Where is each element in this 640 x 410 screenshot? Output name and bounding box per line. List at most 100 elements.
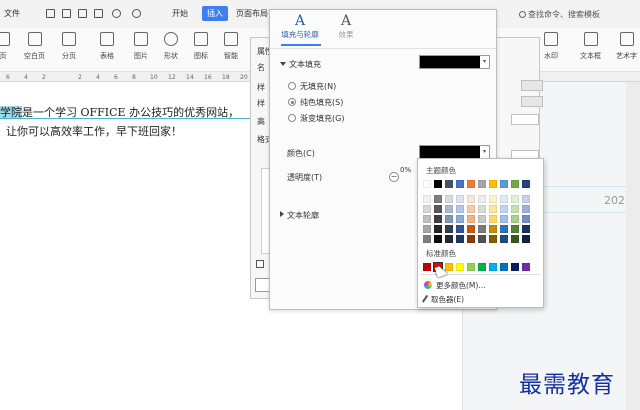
theme-shade-swatch[interactable] [467, 235, 475, 243]
theme-shade-swatch[interactable] [478, 205, 486, 213]
theme-shade-swatch[interactable] [423, 215, 431, 223]
theme-color-swatch[interactable] [434, 180, 442, 188]
theme-shade-swatch[interactable] [467, 215, 475, 223]
cover-page-button[interactable]: 页 [0, 32, 10, 61]
blank-page-button[interactable]: 空白页 [24, 32, 45, 61]
dialog-combo[interactable] [521, 80, 543, 91]
dialog-field[interactable] [511, 114, 539, 125]
standard-color-swatch[interactable] [456, 263, 464, 271]
theme-shade-swatch[interactable] [500, 195, 508, 203]
redo-icon[interactable] [132, 9, 141, 18]
theme-shade-swatch[interactable] [522, 195, 530, 203]
standard-color-swatch[interactable] [511, 263, 519, 271]
search-box[interactable]: 查找命令、搜索模板 [519, 9, 600, 20]
theme-shade-swatch[interactable] [456, 215, 464, 223]
theme-shade-swatch[interactable] [489, 215, 497, 223]
section-text-outline[interactable]: 文本轮廓 [280, 210, 319, 221]
theme-shade-swatch[interactable] [434, 215, 442, 223]
wordart-button[interactable]: 艺术字 [616, 32, 637, 61]
theme-shade-swatch[interactable] [423, 205, 431, 213]
theme-shade-swatch[interactable] [489, 205, 497, 213]
standard-color-swatch[interactable] [467, 263, 475, 271]
theme-color-swatch[interactable] [478, 180, 486, 188]
page-break-button[interactable]: 分页 [62, 32, 76, 61]
tab-insert[interactable]: 插入 [202, 6, 228, 21]
theme-shade-swatch[interactable] [434, 205, 442, 213]
theme-shade-swatch[interactable] [445, 215, 453, 223]
theme-shade-swatch[interactable] [511, 235, 519, 243]
more-colors-item[interactable]: 更多颜色(M)... [424, 280, 485, 291]
theme-shade-swatch[interactable] [445, 235, 453, 243]
tab-home[interactable]: 开始 [172, 8, 188, 19]
theme-shade-swatch[interactable] [456, 205, 464, 213]
theme-shade-swatch[interactable] [511, 225, 519, 233]
tab-effects[interactable]: A 效果 [326, 13, 366, 40]
table-button[interactable]: 表格 [100, 32, 114, 61]
theme-shade-swatch[interactable] [511, 195, 519, 203]
theme-shade-swatch[interactable] [467, 205, 475, 213]
vertical-scrollbar[interactable] [626, 82, 640, 410]
theme-shade-swatch[interactable] [478, 215, 486, 223]
save-icon[interactable] [46, 9, 55, 18]
theme-color-swatch[interactable] [522, 180, 530, 188]
shape-button[interactable]: 形状 [164, 32, 178, 61]
radio-solid-fill[interactable]: 纯色填充(S) [288, 97, 343, 108]
theme-color-swatch[interactable] [500, 180, 508, 188]
dialog-combo[interactable] [521, 96, 543, 107]
theme-color-swatch[interactable] [456, 180, 464, 188]
undo-icon[interactable] [112, 9, 121, 18]
theme-shade-swatch[interactable] [434, 225, 442, 233]
preview-icon[interactable] [78, 9, 87, 18]
theme-shade-swatch[interactable] [423, 195, 431, 203]
theme-shade-swatch[interactable] [434, 235, 442, 243]
format-painter-icon[interactable] [94, 9, 103, 18]
theme-shade-swatch[interactable] [445, 205, 453, 213]
theme-shade-swatch[interactable] [445, 195, 453, 203]
theme-color-swatch[interactable] [445, 180, 453, 188]
theme-shade-swatch[interactable] [456, 195, 464, 203]
theme-shade-swatch[interactable] [478, 225, 486, 233]
theme-color-swatch[interactable] [511, 180, 519, 188]
theme-shade-swatch[interactable] [500, 225, 508, 233]
theme-shade-swatch[interactable] [467, 225, 475, 233]
theme-shade-swatch[interactable] [511, 215, 519, 223]
theme-shade-swatch[interactable] [511, 205, 519, 213]
theme-shade-swatch[interactable] [456, 235, 464, 243]
theme-shade-swatch[interactable] [445, 225, 453, 233]
theme-shade-swatch[interactable] [423, 235, 431, 243]
dialog-checkbox[interactable] [256, 260, 264, 268]
standard-color-swatch[interactable] [522, 263, 530, 271]
picture-button[interactable]: 图片 [134, 32, 148, 61]
standard-color-swatch[interactable] [478, 263, 486, 271]
print-icon[interactable] [62, 9, 71, 18]
theme-shade-swatch[interactable] [489, 225, 497, 233]
theme-shade-swatch[interactable] [500, 205, 508, 213]
radio-no-fill[interactable]: 无填充(N) [288, 81, 336, 92]
smart-graphic-button[interactable]: 智能 [224, 32, 238, 61]
file-menu[interactable]: 文件 [4, 8, 20, 19]
standard-color-swatch[interactable] [489, 263, 497, 271]
icon-button[interactable]: 图标 [194, 32, 208, 61]
transparency-decrease-button[interactable]: − [389, 172, 399, 182]
theme-shade-swatch[interactable] [467, 195, 475, 203]
eyedropper-item[interactable]: 取色器(E) [421, 294, 464, 305]
tab-fill-outline[interactable]: A 填充与轮廓 [280, 13, 320, 40]
theme-shade-swatch[interactable] [478, 195, 486, 203]
theme-shade-swatch[interactable] [478, 235, 486, 243]
color-dropdown[interactable]: ▾ [419, 145, 490, 159]
textbox-button[interactable]: 文本框 [580, 32, 601, 61]
theme-shade-swatch[interactable] [500, 235, 508, 243]
theme-color-swatch[interactable] [489, 180, 497, 188]
radio-gradient-fill[interactable]: 渐变填充(G) [288, 113, 344, 124]
theme-shade-swatch[interactable] [500, 215, 508, 223]
theme-color-swatch[interactable] [423, 180, 431, 188]
standard-color-swatch[interactable] [500, 263, 508, 271]
text-fill-color-dropdown[interactable]: ▾ [419, 55, 490, 69]
theme-shade-swatch[interactable] [522, 205, 530, 213]
watermark-button[interactable]: 水印 [544, 32, 558, 61]
theme-shade-swatch[interactable] [489, 235, 497, 243]
theme-shade-swatch[interactable] [522, 225, 530, 233]
tab-page-layout[interactable]: 页面布局 [236, 8, 268, 19]
document-line-2[interactable]: 让你可以高效率工作，早下班回家！ [6, 123, 182, 139]
theme-shade-swatch[interactable] [423, 225, 431, 233]
